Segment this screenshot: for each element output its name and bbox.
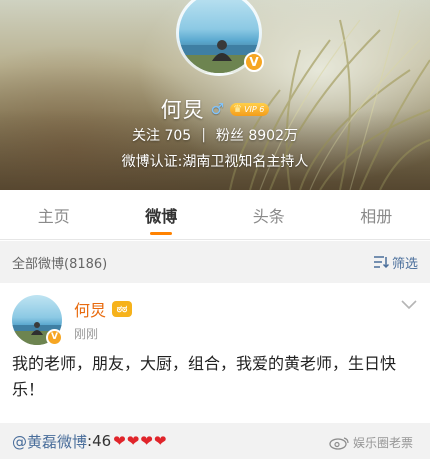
- fans-count: 8902万: [248, 128, 298, 144]
- following-count: 705: [164, 128, 192, 144]
- post-count-label: 全部微博(8186): [12, 256, 108, 272]
- following-label: 关注: [132, 128, 160, 144]
- heart-icons: ❤❤❤❤: [113, 432, 168, 450]
- profile-name: 何炅: [160, 98, 205, 122]
- filter-label: 筛选: [391, 256, 418, 272]
- profile-name-row: 何炅 ♂ ♛ VIP 6: [0, 94, 430, 124]
- tab-home[interactable]: 主页: [0, 190, 108, 239]
- mention-link[interactable]: @黄磊微博: [12, 431, 87, 452]
- crown-icon: ♛: [233, 103, 243, 115]
- fans-label: 粉丝: [215, 128, 244, 144]
- verification-text: 微博认证:湖南卫视知名主持人: [121, 154, 309, 170]
- post-card: V 何炅 ಠಠ 刚刚 我的老师，朋友，大厨，组合，我爱的黄老师，生日快乐！: [0, 283, 430, 423]
- member-badge-icon: ಠಠ: [112, 301, 133, 317]
- repost-text: :46: [87, 432, 112, 450]
- filter-bar: 全部微博(8186) 筛选: [0, 241, 430, 283]
- watermark-text: 娱乐圈老票: [353, 436, 414, 450]
- post-verified-badge-icon: V: [46, 329, 63, 346]
- fans-stat[interactable]: 粉丝 8902万: [216, 125, 298, 145]
- chevron-down-icon[interactable]: [400, 299, 418, 311]
- filter-button[interactable]: 筛选: [373, 253, 418, 272]
- vip-level-label: VIP 6: [244, 104, 265, 114]
- following-stat[interactable]: 关注 705: [132, 125, 191, 145]
- post-body: 我的老师，朋友，大厨，组合，我爱的黄老师，生日快乐！: [12, 354, 397, 399]
- watermark: 娱乐圈老票: [328, 434, 413, 451]
- post-author-row: 何炅 ಠಠ: [74, 297, 133, 321]
- stats-divider: |: [201, 127, 206, 143]
- profile-stats: 关注 705 | 粉丝 8902万: [0, 125, 430, 145]
- tab-album[interactable]: 相册: [323, 190, 430, 239]
- vip-badge[interactable]: ♛ VIP 6: [230, 102, 270, 116]
- profile-tabs: 主页 微博 头条 相册: [0, 190, 430, 240]
- male-gender-icon: ♂: [210, 100, 225, 118]
- verified-badge-icon: V: [244, 52, 264, 72]
- weibo-logo-icon: [329, 436, 349, 450]
- post-author-name[interactable]: 何炅: [74, 297, 106, 321]
- post-timestamp: 刚刚: [74, 327, 99, 341]
- filter-icon: [373, 256, 389, 269]
- tab-headlines[interactable]: 头条: [215, 190, 323, 239]
- tab-weibo[interactable]: 微博: [108, 190, 216, 239]
